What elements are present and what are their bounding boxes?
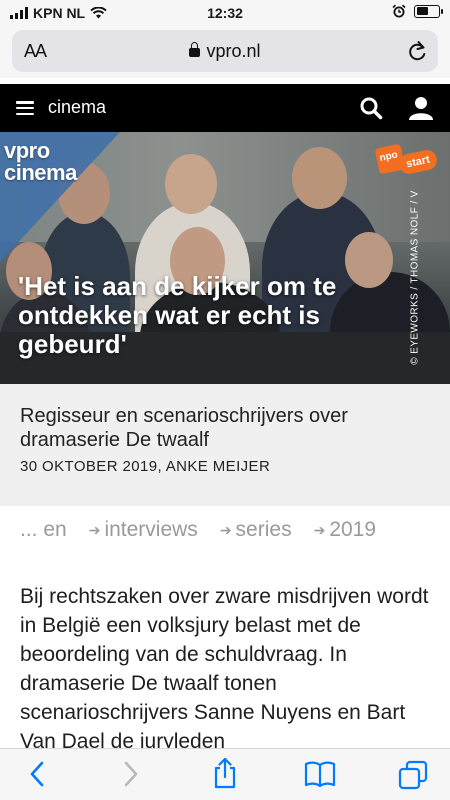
article-headline: 'Het is aan de kijker om te ontdekken wa…: [18, 271, 337, 359]
browser-address-bar: AA vpro.nl: [0, 26, 450, 78]
arrow-right-icon: ➔: [88, 521, 101, 538]
alarm-icon: [392, 4, 406, 18]
lock-icon: [189, 42, 201, 57]
hero-image[interactable]: vpro cinema npo start © EYEWORKS / THOMA…: [0, 132, 450, 384]
tag-list: ... en ➔ interviews ➔ series ➔ 2019: [20, 518, 440, 542]
status-bar: KPN NL 12:32: [0, 0, 450, 26]
article-meta: 30 OKTOBER 2019, ANKE MEIJER: [20, 458, 271, 475]
forward-icon[interactable]: [118, 760, 142, 788]
npo-start-logo: npo start: [374, 143, 439, 182]
tag-link[interactable]: ... en: [20, 518, 67, 542]
bookmarks-icon[interactable]: [304, 760, 336, 788]
search-icon[interactable]: [359, 96, 383, 120]
article-subtitle: Regisseur en scenarioschrijvers over dra…: [20, 405, 348, 451]
section-title[interactable]: cinema: [48, 97, 106, 118]
arrow-right-icon: ➔: [313, 521, 326, 538]
clock: 12:32: [207, 5, 243, 21]
reload-icon[interactable]: [406, 39, 428, 63]
article-body: Bij rechtszaken over zware misdrijven wo…: [20, 585, 429, 753]
browser-toolbar: [0, 748, 450, 800]
url-field[interactable]: AA vpro.nl: [12, 30, 438, 72]
share-icon[interactable]: [211, 757, 239, 789]
article-intro: Regisseur en scenarioschrijvers over dra…: [0, 384, 450, 506]
tag-link[interactable]: ➔ 2019: [314, 518, 376, 542]
battery-icon: [414, 4, 443, 18]
menu-icon[interactable]: [16, 101, 34, 116]
back-icon[interactable]: [26, 760, 50, 788]
arrow-right-icon: ➔: [219, 521, 232, 538]
tag-link[interactable]: ➔ series: [220, 518, 292, 542]
vpro-cinema-logo: vpro cinema: [4, 138, 77, 185]
site-header: cinema: [0, 84, 450, 132]
tag-link[interactable]: ➔ interviews: [89, 518, 198, 542]
user-account-icon[interactable]: [408, 96, 434, 120]
url-text: vpro.nl: [206, 41, 261, 61]
tabs-icon[interactable]: [398, 760, 428, 790]
